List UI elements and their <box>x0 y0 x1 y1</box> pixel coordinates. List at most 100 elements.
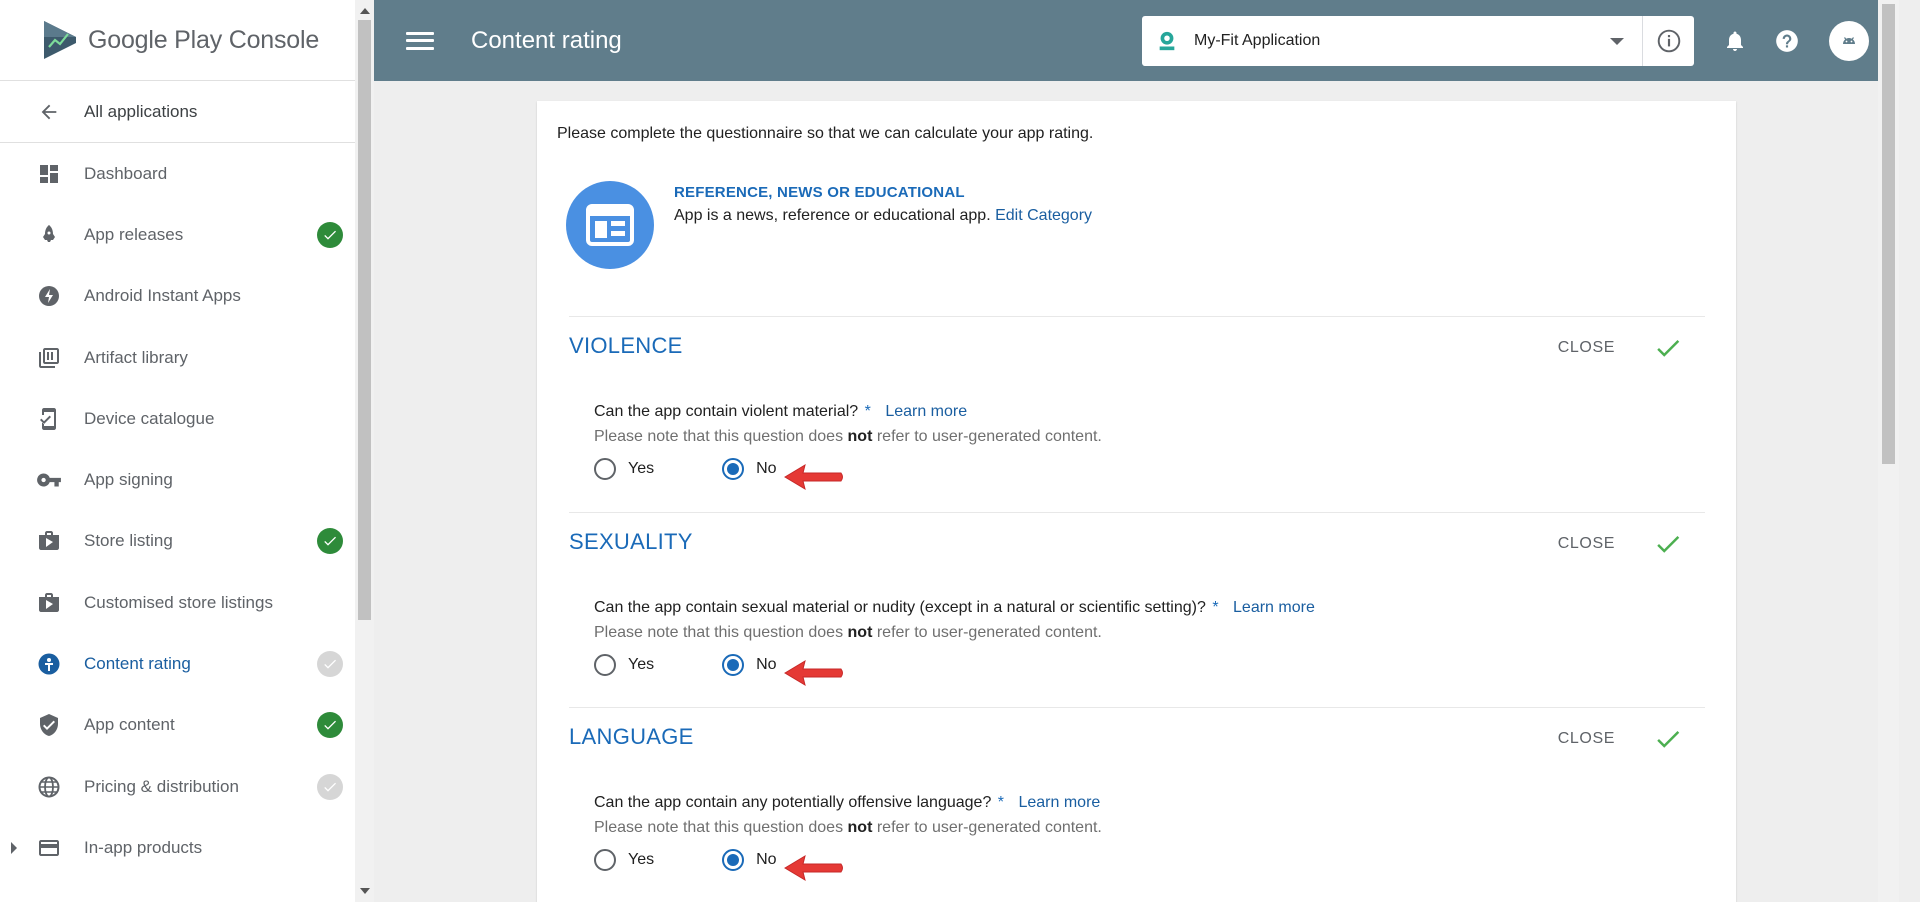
sidebar-item-device-catalogue[interactable]: Device catalogue <box>0 388 355 449</box>
radio-label: Yes <box>628 851 655 868</box>
radio-yes[interactable]: Yes <box>594 458 654 480</box>
category-icon <box>566 181 654 269</box>
app-icon <box>1159 31 1175 51</box>
sidebar-item-artifact-library[interactable]: Artifact library <box>0 327 355 388</box>
category-description-row: App is a news, reference or educational … <box>674 207 1092 225</box>
note-suffix: refer to user-generated content. <box>876 428 1102 445</box>
expand-arrow-icon[interactable] <box>11 841 17 854</box>
radio-yes[interactable]: Yes <box>594 654 654 676</box>
sidebar-scrollbar[interactable] <box>355 0 374 902</box>
section-title: VIOLENCE <box>569 333 683 358</box>
status-pending-icon <box>317 773 343 800</box>
library-icon <box>36 345 62 371</box>
radio-checked-icon <box>722 458 745 480</box>
bell-icon[interactable] <box>1719 25 1751 57</box>
sidebar-nav: Dashboard App releases Android Instant A… <box>0 143 355 879</box>
sidebar-item-store-listing[interactable]: Store listing <box>0 511 355 572</box>
play-console-logo[interactable]: Google Play Console <box>0 0 355 81</box>
sidebar-item-label: App releases <box>84 224 184 244</box>
question-text: Can the app contain sexual material or n… <box>594 599 1206 616</box>
radio-checked-icon <box>722 849 745 871</box>
red-arrow-icon <box>784 463 843 491</box>
sidebar-item-content-rating[interactable]: Content rating <box>0 633 355 694</box>
required-mark: * <box>997 794 1005 811</box>
close-section-button[interactable]: CLOSE <box>1558 339 1615 357</box>
checkmark-icon <box>1657 536 1680 553</box>
main-area: Content rating My-Fit Application Please… <box>374 0 1899 902</box>
section-title: LANGUAGE <box>569 724 694 749</box>
sidebar-item-app-releases[interactable]: App releases <box>0 204 355 265</box>
shield-check-icon <box>36 712 62 738</box>
note-bold: not <box>847 624 873 641</box>
all-applications-label: All applications <box>84 101 198 121</box>
learn-more-link[interactable]: Learn more <box>1233 599 1315 616</box>
question-note: Please note that this question does not … <box>594 624 1102 642</box>
main-scrollbar[interactable] <box>1878 0 1899 902</box>
question-text: Can the app contain violent material? <box>594 403 859 420</box>
learn-more-link[interactable]: Learn more <box>1018 794 1100 811</box>
close-section-button[interactable]: CLOSE <box>1558 730 1615 748</box>
all-applications-link[interactable]: All applications <box>0 81 355 143</box>
section-sexuality: SEXUALITY CLOSE Can the app contain sexu… <box>569 512 1705 707</box>
rocket-icon <box>36 222 62 248</box>
info-icon[interactable] <box>1642 16 1694 66</box>
avatar[interactable] <box>1829 20 1869 61</box>
scroll-up-icon[interactable] <box>360 8 370 14</box>
radio-no[interactable]: No <box>722 849 777 871</box>
logo-text: Google Play Console <box>88 25 320 54</box>
red-arrow-icon <box>784 659 843 687</box>
question-note: Please note that this question does not … <box>594 819 1102 837</box>
sidebar-item-android-instant-apps[interactable]: Android Instant Apps <box>0 266 355 327</box>
sidebar-item-customised-store-listings[interactable]: Customised store listings <box>0 572 355 633</box>
help-icon[interactable] <box>1771 25 1803 57</box>
close-section-button[interactable]: CLOSE <box>1558 535 1615 553</box>
status-complete-icon <box>317 221 343 248</box>
lightning-icon <box>36 283 62 309</box>
section-violence: VIOLENCE CLOSE Can the app contain viole… <box>569 316 1705 512</box>
question-text: Can the app contain any potentially offe… <box>594 794 992 811</box>
menu-icon[interactable] <box>406 30 434 52</box>
sidebar-item-label: Dashboard <box>84 163 168 183</box>
arrow-back-icon <box>36 99 62 125</box>
learn-more-link[interactable]: Learn more <box>885 403 967 420</box>
status-pending-icon <box>317 651 343 678</box>
sidebar-item-app-content[interactable]: App content <box>0 695 355 756</box>
radio-no[interactable]: No <box>722 654 777 676</box>
sidebar-item-label: App signing <box>84 470 173 490</box>
top-app-bar: Content rating My-Fit Application <box>374 0 1899 81</box>
sidebar-scrollbar-thumb[interactable] <box>358 20 371 620</box>
chevron-down-icon <box>1610 37 1624 45</box>
radio-unchecked-icon <box>594 654 616 676</box>
checkmark-icon <box>1657 340 1680 357</box>
note-prefix: Please note that this question does <box>594 624 844 641</box>
note-bold: not <box>847 428 873 445</box>
intro-text: Please complete the questionnaire so tha… <box>557 125 1094 142</box>
radio-yes[interactable]: Yes <box>594 849 654 871</box>
device-check-icon <box>36 406 62 432</box>
sidebar-item-app-signing[interactable]: App signing <box>0 449 355 510</box>
checkmark-icon <box>1657 731 1680 748</box>
question-text-row: Can the app contain sexual material or n… <box>594 599 1315 617</box>
sidebar-item-dashboard[interactable]: Dashboard <box>0 143 355 204</box>
credit-card-icon <box>36 835 62 861</box>
content-rating-icon <box>36 651 62 677</box>
sidebar-item-label: Device catalogue <box>84 408 215 428</box>
radio-unchecked-icon <box>594 849 616 871</box>
radio-no[interactable]: No <box>722 458 777 480</box>
sidebar: Google Play Console All applications Das… <box>0 0 355 902</box>
main-scrollbar-thumb[interactable] <box>1882 4 1895 464</box>
note-suffix: refer to user-generated content. <box>876 624 1102 641</box>
edit-category-link[interactable]: Edit Category <box>995 207 1092 224</box>
store-icon <box>36 590 62 616</box>
sidebar-item-in-app-products[interactable]: In-app products <box>0 817 355 878</box>
sidebar-item-label: Android Instant Apps <box>84 286 241 306</box>
required-mark: * <box>1212 599 1219 616</box>
radio-checked-icon <box>722 654 745 676</box>
dashboard-icon <box>36 161 62 187</box>
question-text-row: Can the app contain violent material? * … <box>594 403 967 421</box>
status-complete-icon <box>317 712 343 739</box>
app-selector-name: My-Fit Application <box>1194 32 1321 49</box>
scroll-down-icon[interactable] <box>360 888 370 894</box>
sidebar-item-pricing-distribution[interactable]: Pricing & distribution <box>0 756 355 817</box>
app-selector[interactable]: My-Fit Application <box>1142 16 1694 66</box>
